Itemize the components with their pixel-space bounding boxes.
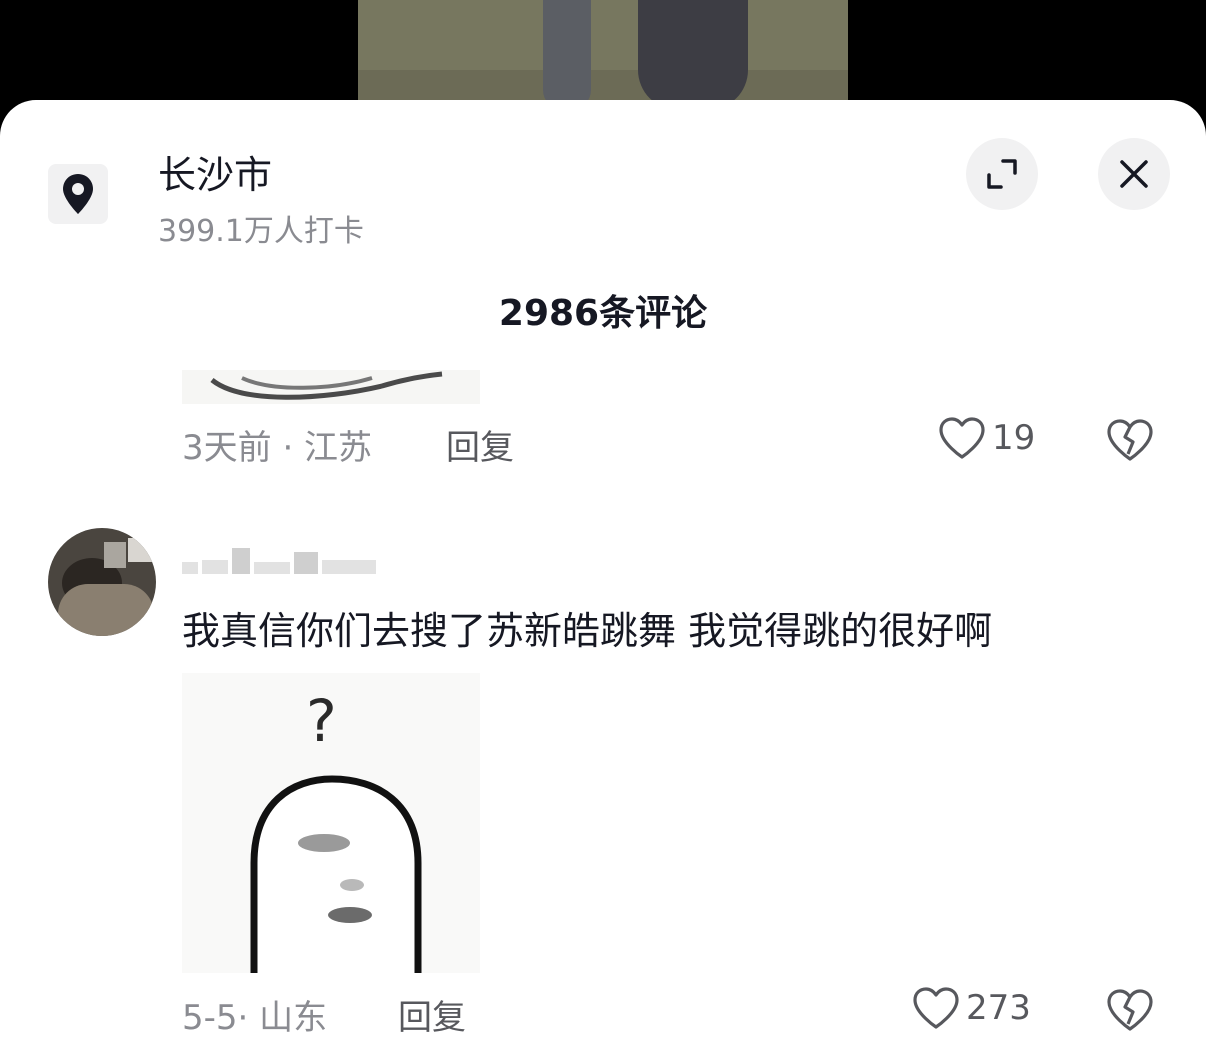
broken-heart-icon bbox=[1107, 989, 1153, 1031]
comments-sheet: 长沙市 399.1万人打卡 2986条评论 3天前 · 江苏 回复 19 我真信… bbox=[0, 100, 1206, 1039]
like-count: 273 bbox=[966, 988, 1031, 1028]
reply-button[interactable]: 回复 bbox=[446, 420, 514, 469]
expand-icon bbox=[987, 159, 1017, 189]
comment-sticker[interactable]: ? bbox=[182, 673, 480, 973]
comment-meta: 3天前 · 江苏 bbox=[182, 428, 373, 468]
comments-count-title: 2986条评论 bbox=[498, 293, 708, 334]
expand-button[interactable] bbox=[966, 138, 1038, 210]
like-count: 19 bbox=[992, 418, 1036, 458]
close-button[interactable] bbox=[1098, 138, 1170, 210]
sticker-scribble-image bbox=[210, 371, 443, 400]
broken-heart-icon bbox=[1107, 419, 1153, 461]
location-title[interactable]: 长沙市 bbox=[158, 144, 272, 199]
video-figure-left bbox=[543, 0, 591, 110]
location-checkins: 399.1万人打卡 bbox=[158, 214, 364, 249]
video-figure-right bbox=[638, 0, 748, 110]
close-icon bbox=[1120, 160, 1148, 188]
username-blurred[interactable] bbox=[182, 536, 376, 574]
location-anchor[interactable] bbox=[48, 164, 108, 224]
dislike-button[interactable] bbox=[1106, 418, 1154, 466]
location-pin-icon bbox=[63, 174, 93, 214]
video-background bbox=[358, 0, 848, 110]
comment-text[interactable]: 我真信你们去搜了苏新皓跳舞 我觉得跳的很好啊 bbox=[182, 600, 992, 655]
dislike-button[interactable] bbox=[1106, 988, 1154, 1036]
like-button[interactable]: 19 bbox=[938, 416, 1035, 460]
comment-sticker-partial[interactable] bbox=[182, 370, 480, 404]
sticker-confused-face-image: ? bbox=[250, 687, 422, 973]
svg-text:?: ? bbox=[306, 687, 337, 755]
comment-meta: 5-5· 山东 bbox=[182, 998, 328, 1038]
avatar[interactable] bbox=[48, 528, 156, 636]
heart-icon bbox=[939, 417, 985, 459]
reply-button[interactable]: 回复 bbox=[398, 990, 466, 1039]
heart-icon bbox=[913, 987, 959, 1029]
like-button[interactable]: 273 bbox=[912, 986, 1031, 1030]
